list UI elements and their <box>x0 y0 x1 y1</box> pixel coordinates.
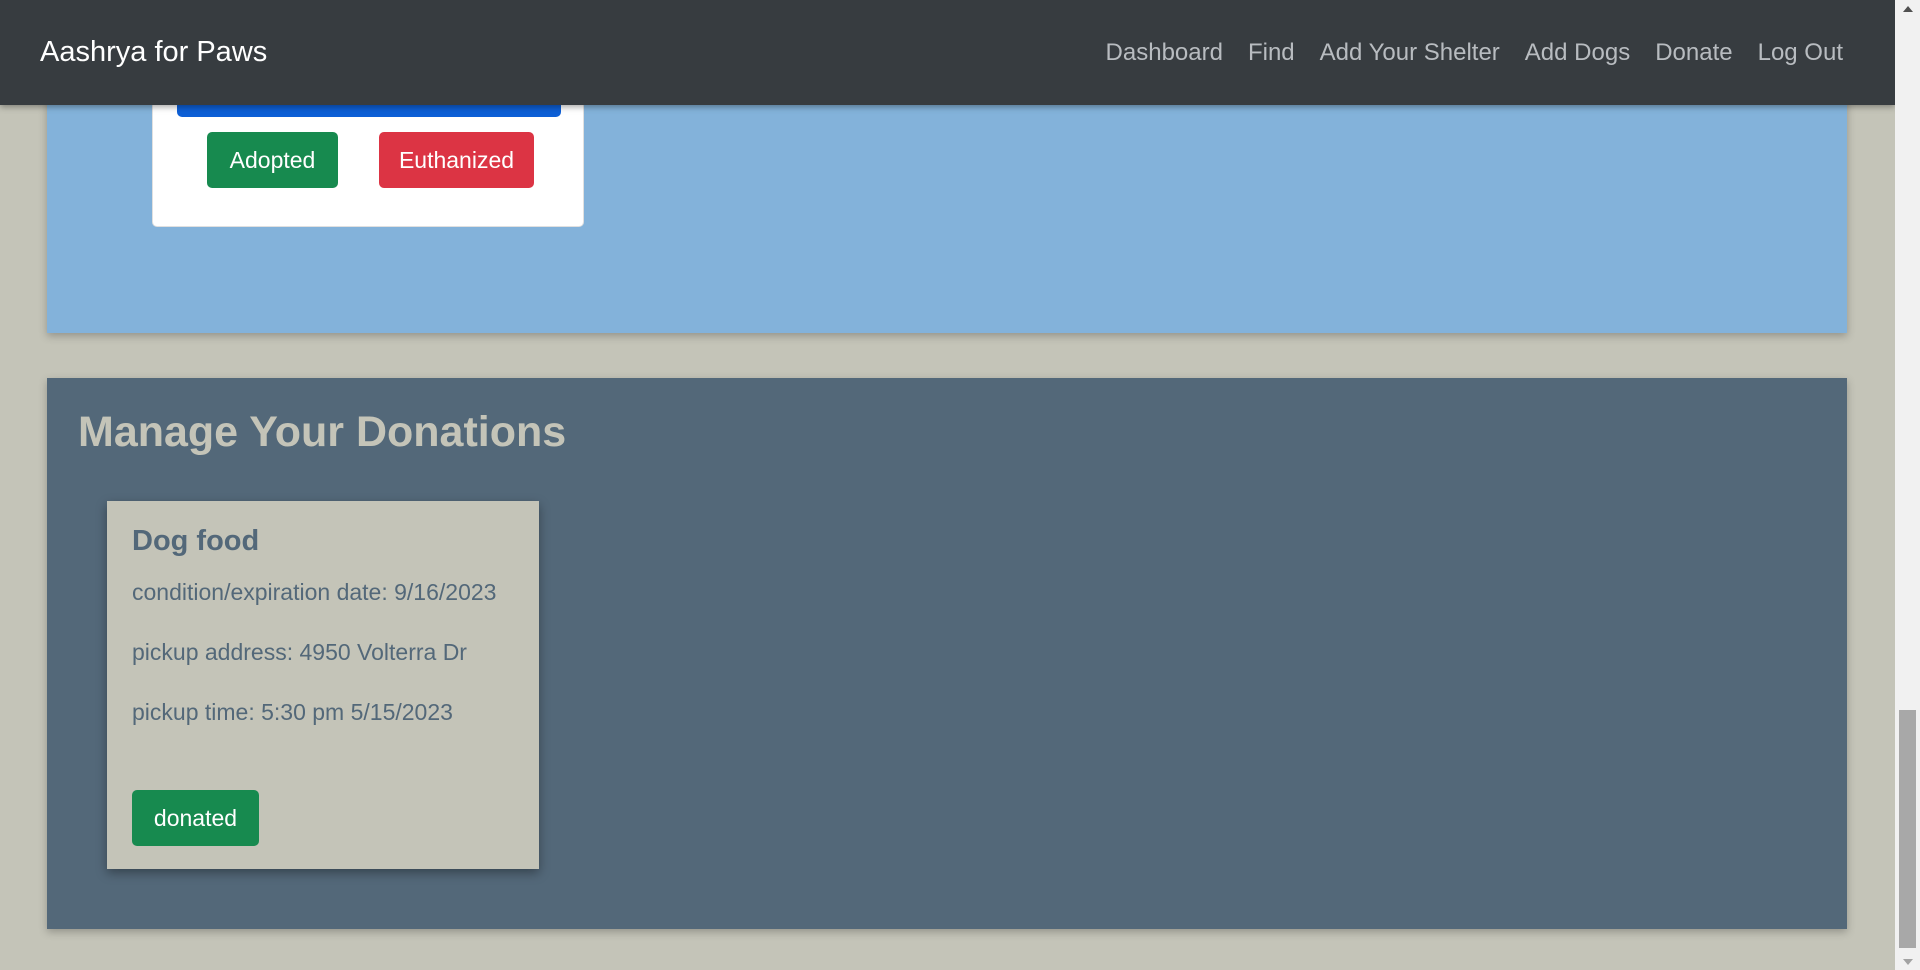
page-scrollbar[interactable] <box>1895 0 1920 970</box>
scroll-up-arrow-icon[interactable] <box>1895 0 1920 17</box>
nav-link-add-your-shelter[interactable]: Add Your Shelter <box>1320 39 1500 67</box>
brand-link[interactable]: Aashrya for Paws <box>40 36 267 69</box>
scroll-down-arrow-icon[interactable] <box>1895 953 1920 970</box>
donations-section: Manage Your Donations Dog food condition… <box>47 378 1847 929</box>
nav-link-dashboard[interactable]: Dashboard <box>1106 39 1223 67</box>
donation-condition: condition/expiration date: 9/16/2023 <box>132 579 497 605</box>
adopted-button[interactable]: Adopted <box>207 132 338 188</box>
donation-item-name: Dog food <box>132 525 260 557</box>
nav-link-log-out[interactable]: Log Out <box>1758 39 1843 67</box>
nav-links: Dashboard Find Add Your Shelter Add Dogs… <box>1106 39 1843 67</box>
donation-pickup-address: pickup address: 4950 Volterra Dr <box>132 639 467 665</box>
navbar: Aashrya for Paws Dashboard Find Add Your… <box>0 0 1895 105</box>
nav-link-add-dogs[interactable]: Add Dogs <box>1525 39 1630 67</box>
donated-button[interactable]: donated <box>132 790 259 846</box>
scrollbar-thumb[interactable] <box>1899 710 1916 948</box>
nav-link-donate[interactable]: Donate <box>1655 39 1732 67</box>
donation-card: Dog food condition/expiration date: 9/16… <box>107 501 539 869</box>
donations-section-title: Manage Your Donations <box>78 408 567 456</box>
donation-pickup-time: pickup time: 5:30 pm 5/15/2023 <box>132 699 453 725</box>
euthanized-button[interactable]: Euthanized <box>379 132 534 188</box>
nav-link-find[interactable]: Find <box>1248 39 1295 67</box>
